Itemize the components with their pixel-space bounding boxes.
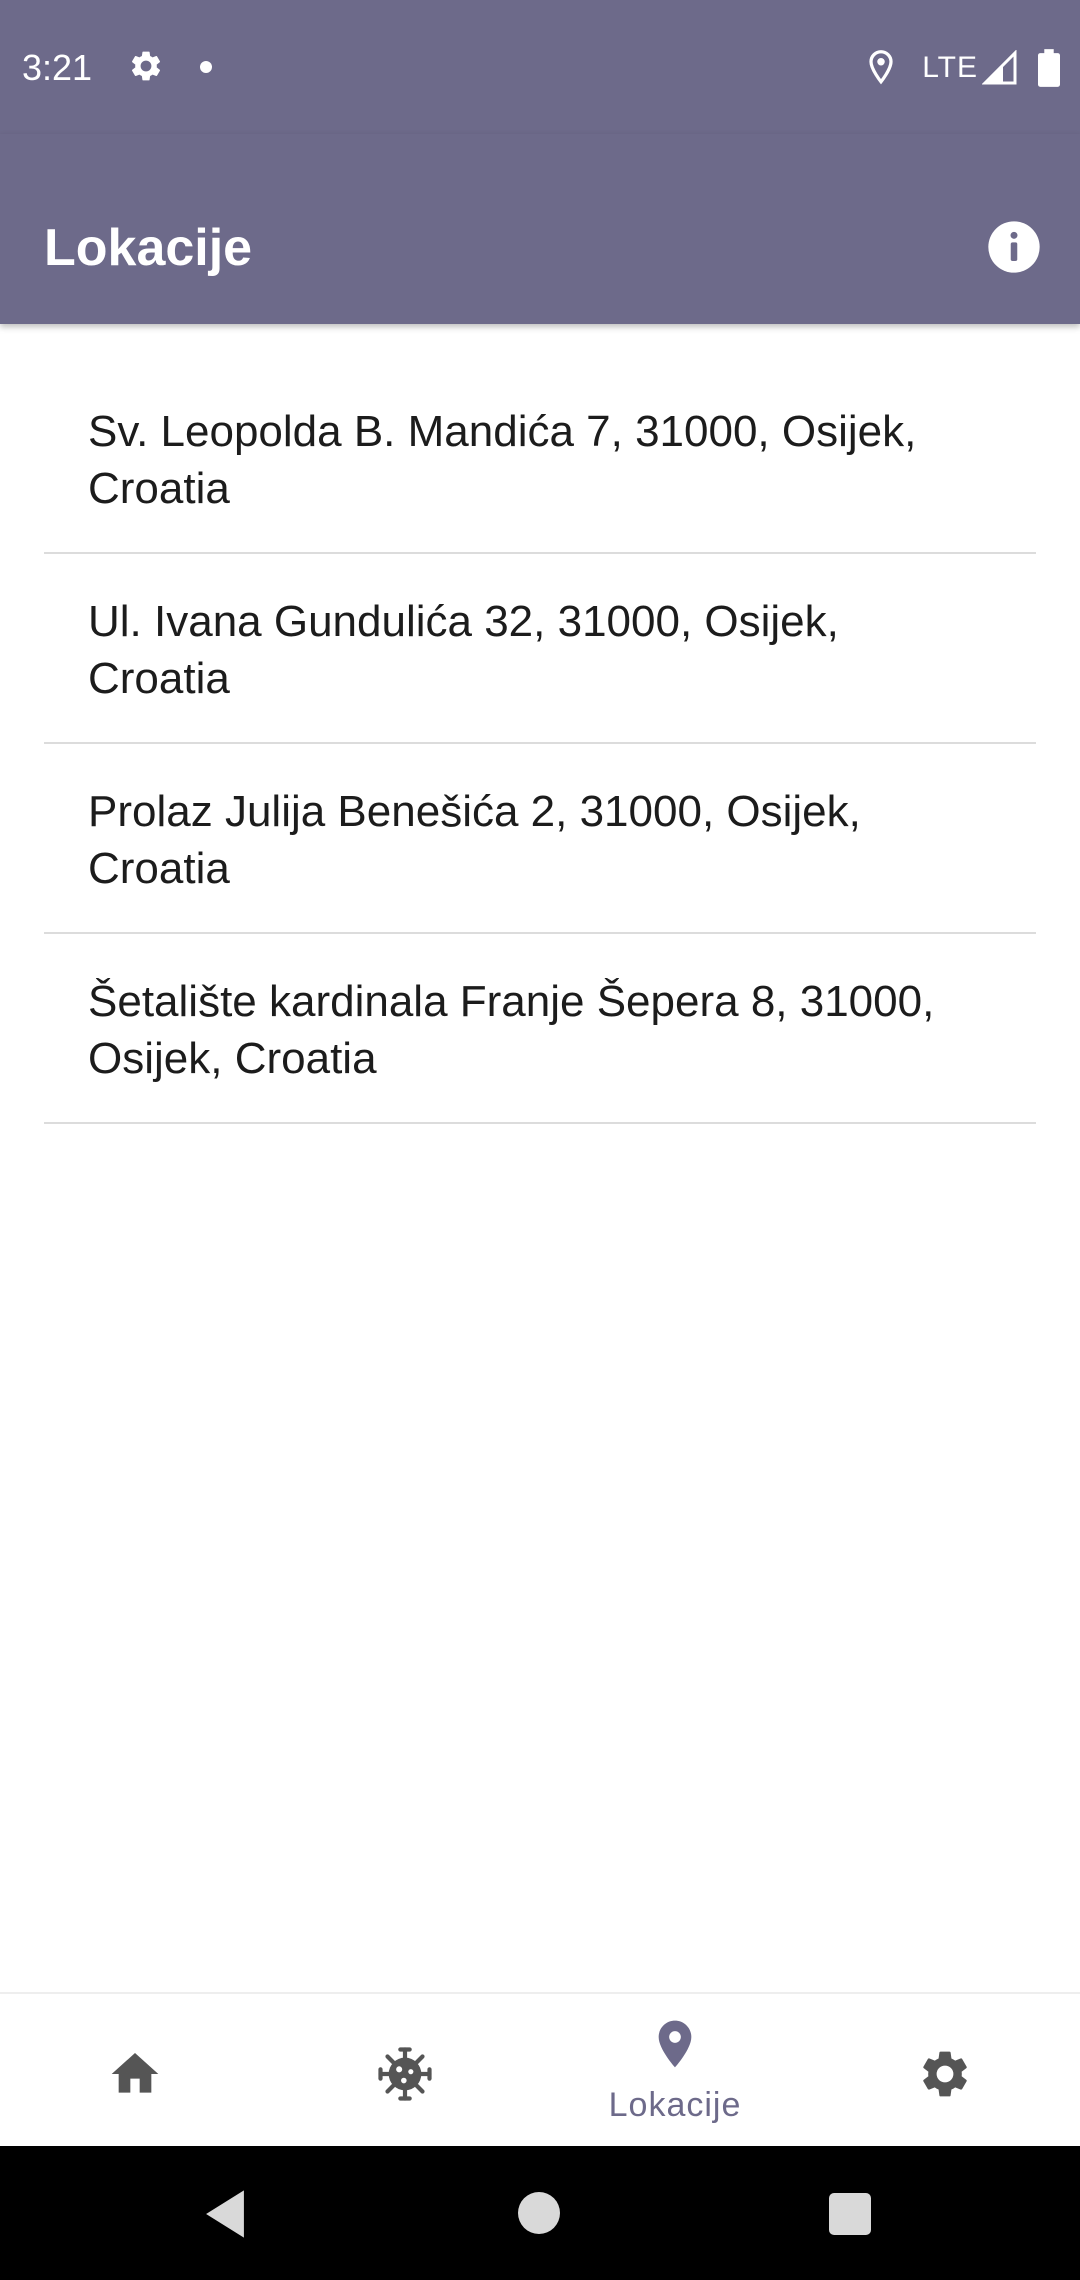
home-icon (111, 2053, 159, 2093)
info-icon[interactable] (986, 219, 1042, 275)
status-bar: 3:21 LTE (0, 0, 1080, 134)
list-item[interactable]: Ul. Ivana Gundulića 32, 31000, Osijek, C… (44, 554, 1036, 744)
battery-icon (1038, 49, 1060, 87)
virus-icon (378, 2047, 432, 2101)
settings-icon (131, 51, 161, 81)
home-button[interactable] (518, 2192, 560, 2234)
status-time: 3:21 (22, 47, 93, 88)
nav-settings[interactable] (810, 1994, 1080, 2148)
system-navigation-bar (0, 2146, 1080, 2280)
list-item[interactable]: Sv. Leopolda B. Mandića 7, 31000, Osijek… (44, 368, 1036, 554)
location-icon (869, 50, 893, 85)
notification-dot (200, 61, 212, 73)
nav-label: Lokacije (608, 2086, 742, 2124)
back-icon[interactable] (200, 2188, 250, 2240)
signal-icon (982, 50, 1017, 85)
app-bar: Lokacije (0, 134, 1080, 324)
network-type: LTE (922, 51, 978, 84)
location-list: Sv. Leopolda B. Mandića 7, 31000, Osijek… (44, 368, 1036, 1124)
nav-lokacije[interactable]: Lokacije (540, 1994, 810, 2148)
recents-button[interactable] (829, 2193, 871, 2235)
bottom-navigation: Lokacije (0, 1992, 1080, 2148)
nav-virus[interactable] (270, 1994, 540, 2148)
list-item[interactable]: Prolaz Julija Benešića 2, 31000, Osijek,… (44, 744, 1036, 934)
list-item[interactable]: Šetalište kardinala Franje Šepera 8, 310… (44, 934, 1036, 1124)
location-pin-icon (658, 2020, 692, 2068)
settings-icon (923, 2051, 967, 2097)
page-title: Lokacije (44, 219, 253, 277)
nav-home[interactable] (0, 1994, 270, 2148)
